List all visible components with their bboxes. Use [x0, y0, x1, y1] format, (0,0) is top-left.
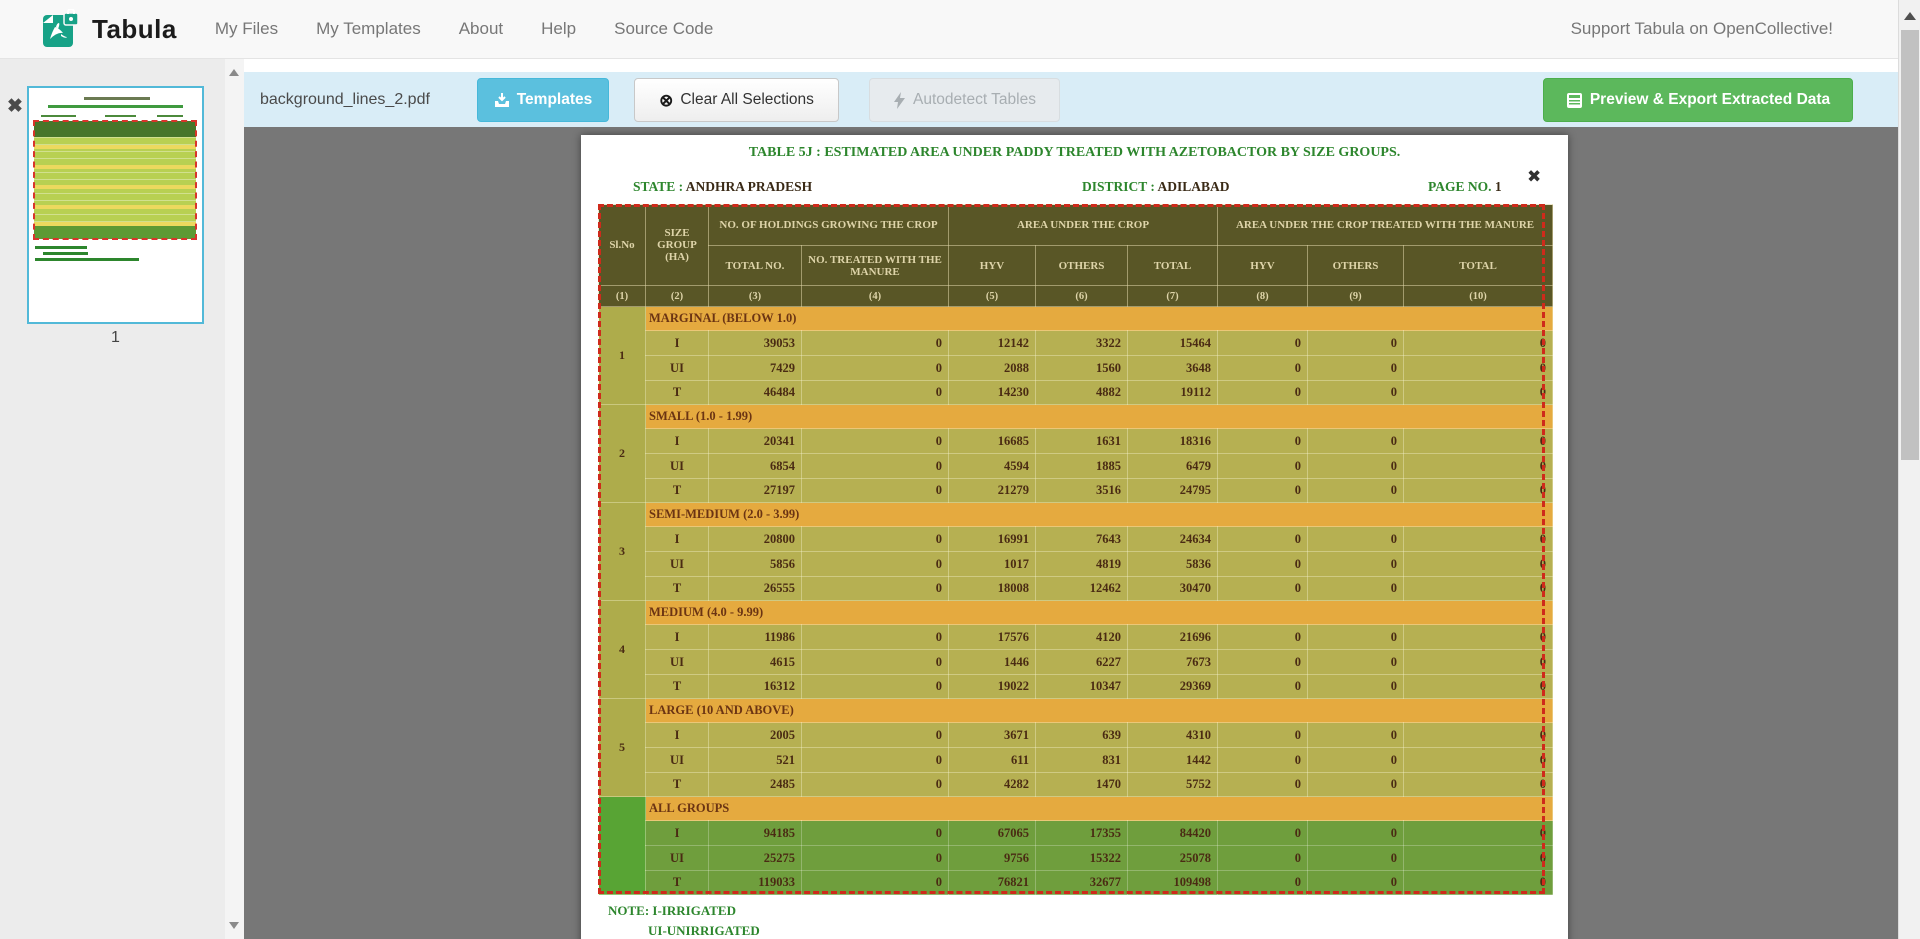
scrollbar-thumb[interactable] [1901, 30, 1919, 460]
pdf-viewer: TABLE 5J : ESTIMATED AREA UNDER PADDY TR… [244, 127, 1898, 939]
clear-label: Clear All Selections [680, 91, 814, 109]
thumb-meta-line [41, 115, 76, 117]
selection-close-icon[interactable]: ✖ [1527, 167, 1541, 187]
templates-label: Templates [517, 91, 593, 109]
table-selection[interactable] [598, 204, 1545, 894]
thumbnail-page-number: 1 [27, 329, 204, 347]
page-thumbnail[interactable] [27, 86, 204, 324]
pdf-district: DISTRICT : ADILABAD [1082, 179, 1230, 195]
scroll-down-icon[interactable] [229, 922, 239, 929]
thumb-meta-line [157, 115, 183, 117]
app-title: Tabula [92, 14, 177, 45]
sidebar-scrollbar[interactable] [225, 59, 244, 939]
templates-icon [494, 92, 510, 108]
thumb-title-line [48, 105, 183, 108]
pdf-note-line1: NOTE: I-IRRIGATED [608, 903, 736, 919]
thumb-selection-border [33, 120, 197, 240]
tabula-logo-icon [42, 9, 80, 49]
lightning-icon [893, 92, 906, 109]
pdf-page-no: PAGE NO. 1 [1428, 179, 1502, 195]
nav-support-link[interactable]: Support Tabula on OpenCollective! [1571, 19, 1833, 39]
preview-export-button[interactable]: Preview & Export Extracted Data [1543, 78, 1853, 122]
nav-about[interactable]: About [459, 19, 503, 39]
pdf-page: TABLE 5J : ESTIMATED AREA UNDER PADDY TR… [581, 135, 1568, 939]
nav-source-code[interactable]: Source Code [614, 19, 713, 39]
templates-button[interactable]: Templates [477, 78, 609, 122]
pdf-state: STATE : ANDHRA PRADESH [633, 179, 812, 195]
scrollbar-up-icon[interactable] [1904, 12, 1916, 20]
navbar: Tabula My Files My Templates About Help … [0, 0, 1898, 59]
pdf-note-line2: UI-UNIRRIGATED [648, 923, 760, 939]
sidebar: ✖ 1 [0, 59, 244, 939]
pdf-table-title: TABLE 5J : ESTIMATED AREA UNDER PADDY TR… [581, 145, 1568, 161]
scroll-up-icon[interactable] [229, 69, 239, 76]
remove-page-icon[interactable]: ✖ [7, 97, 23, 116]
clear-circle-x-icon: ⊗ [659, 92, 673, 109]
export-table-icon [1566, 92, 1583, 109]
autodetect-tables-button: Autodetect Tables [869, 78, 1060, 122]
thumb-table [34, 121, 196, 239]
open-filename: background_lines_2.pdf [260, 72, 430, 127]
thumb-meta-line [105, 115, 136, 117]
window-scrollbar[interactable] [1898, 0, 1920, 939]
autodetect-label: Autodetect Tables [913, 91, 1036, 109]
brand[interactable]: Tabula [42, 9, 177, 49]
nav-my-templates[interactable]: My Templates [316, 19, 421, 39]
export-label: Preview & Export Extracted Data [1590, 91, 1830, 109]
nav-my-files[interactable]: My Files [215, 19, 278, 39]
toolbar: background_lines_2.pdf Templates ⊗ Clear… [244, 72, 1898, 127]
nav-help[interactable]: Help [541, 19, 576, 39]
clear-selections-button[interactable]: ⊗ Clear All Selections [634, 78, 839, 122]
thumb-title-line [84, 97, 150, 100]
main-content: background_lines_2.pdf Templates ⊗ Clear… [244, 59, 1898, 939]
